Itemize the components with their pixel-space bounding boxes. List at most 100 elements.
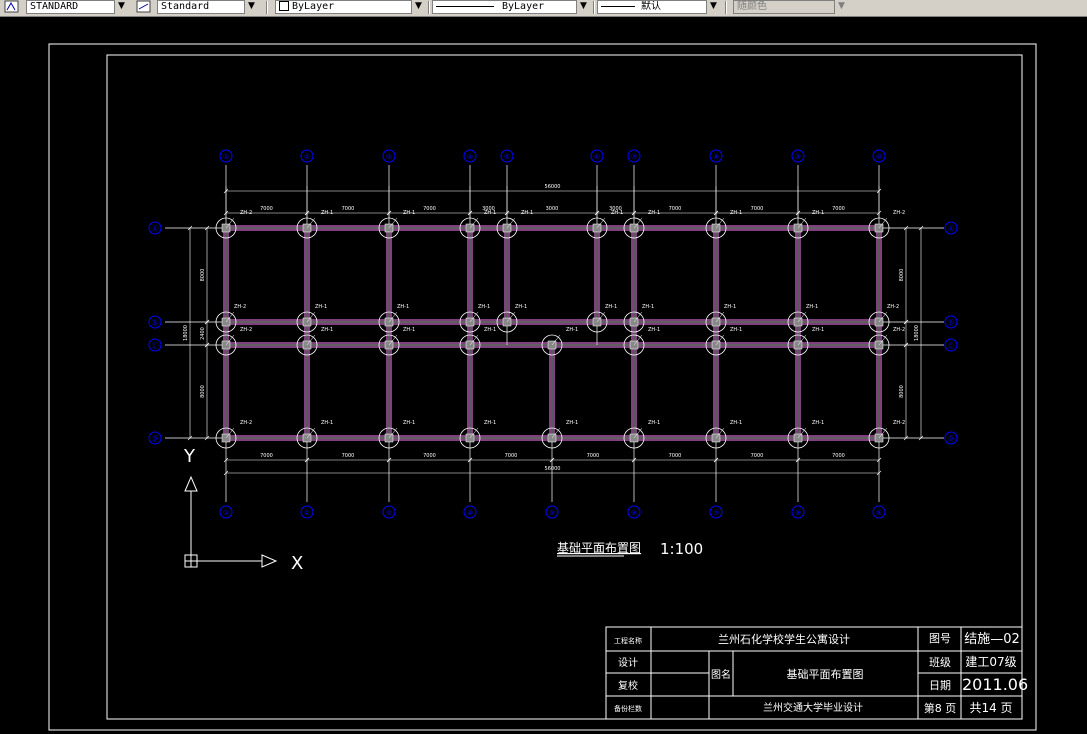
- axis-bubble-label: ⑦: [713, 509, 719, 517]
- tb-total-label: 共14 页: [969, 701, 1012, 715]
- axis-bubble-label: ⑧: [795, 509, 801, 517]
- column-label: ZH-1: [812, 327, 824, 333]
- column-label: ZH-2: [893, 327, 905, 333]
- dim-bottom-span-text: 7000: [587, 453, 600, 459]
- column-label: ZH-1: [321, 420, 333, 426]
- axis-bubble-label: ⑧: [713, 153, 719, 161]
- column-label: ZH-1: [806, 304, 818, 310]
- axis-bubble-label: ⑤: [504, 153, 510, 161]
- dim-top-span-text: 3000: [482, 206, 495, 212]
- dim-top-span-text: 3000: [546, 206, 559, 212]
- dim-left-span-text: 2400: [200, 327, 206, 340]
- axis-bubble-label: ⑨: [795, 153, 801, 161]
- column-label: ZH-2: [240, 420, 252, 426]
- dim-bottom-span-text: 7000: [832, 453, 845, 459]
- axis-bubble-label: ②: [304, 153, 310, 161]
- axis-bubble-label: Ⓒ: [948, 342, 955, 350]
- axis-bubble-label: Ⓓ: [948, 435, 955, 443]
- axis-bubble-label: Ⓒ: [152, 342, 159, 350]
- tb-no-label: 图号: [929, 632, 951, 645]
- dim-top-span-text: 7000: [423, 206, 436, 212]
- column-label: ZH-1: [730, 327, 742, 333]
- axis-bubble-label: ⑩: [876, 153, 882, 161]
- column-label: ZH-1: [478, 304, 490, 310]
- axis-bubble-label: ③: [386, 153, 392, 161]
- axis-bubble-label: ③: [386, 509, 392, 517]
- dim-right-span-text: 8000: [899, 269, 905, 282]
- column-label: ZH-2: [234, 304, 246, 310]
- tb-remark-label: 备份栏数: [614, 704, 642, 713]
- tb-drawing-name-label: 图名: [711, 668, 731, 681]
- tb-university: 兰州交通大学毕业设计: [763, 701, 863, 714]
- axis-bubble-label: Ⓑ: [152, 319, 159, 327]
- dim-bottom-total-text: 56000: [545, 466, 561, 472]
- dim-bottom-span-text: 7000: [260, 453, 273, 459]
- axis-bubble-label: ②: [304, 509, 310, 517]
- axis-bubble-label: ⑨: [876, 509, 882, 517]
- tb-design-label: 设计: [618, 656, 638, 669]
- axis-bubble-label: Ⓐ: [948, 225, 955, 233]
- axis-bubble-label: Ⓑ: [948, 319, 955, 327]
- tb-no-value: 结施—02: [964, 632, 1020, 647]
- drawing-title-text: 基础平面布置图: [557, 541, 641, 555]
- drawing-canvas[interactable]: ZH-2 ZH-1 ZH-1 ZH-1 ZH-1 ZH-1 ZH-1 ZH-1 ZH-1 ZH-2…: [0, 0, 1087, 734]
- ucs-icon: Y X: [183, 446, 303, 574]
- column-label: ZH-1: [321, 327, 333, 333]
- column-label: ZH-1: [484, 327, 496, 333]
- column-label: ZH-1: [724, 304, 736, 310]
- dim-left-total-text: 18000: [183, 325, 189, 341]
- column-label: ZH-2: [887, 304, 899, 310]
- column-label: ZH-1: [403, 327, 415, 333]
- dim-bottom-span-text: 7000: [423, 453, 436, 459]
- foundation-plan: ZH-2 ZH-1 ZH-1 ZH-1 ZH-1 ZH-1 ZH-1 ZH-1 ZH-1 ZH-2…: [148, 149, 958, 519]
- dim-top-span-text: 3000: [609, 206, 622, 212]
- axis-bubble-label: ⑤: [549, 509, 555, 517]
- column-label: ZH-1: [403, 420, 415, 426]
- column-label: ZH-1: [484, 420, 496, 426]
- dim-top-span-text: 7000: [342, 206, 355, 212]
- tb-project-label: 工程名称: [614, 636, 642, 645]
- tb-class-label: 班级: [929, 656, 951, 669]
- tb-class-value: 建工07级: [965, 655, 1016, 669]
- column-label: ZH-1: [812, 420, 824, 426]
- dim-bottom-span-text: 7000: [342, 453, 355, 459]
- tb-review-label: 复校: [618, 679, 638, 692]
- tb-drawing-name-value: 基础平面布置图: [787, 668, 864, 681]
- axis-bubble-label: Ⓓ: [152, 435, 159, 443]
- axis-bubble-label: ①: [223, 509, 229, 517]
- axis-bubble-label: ①: [223, 153, 229, 161]
- drawing-title: 基础平面布置图 1:100: [557, 540, 703, 558]
- dim-top-span-text: 7000: [832, 206, 845, 212]
- tb-page-label: 第8 页: [924, 701, 957, 715]
- column-label: ZH-2: [893, 420, 905, 426]
- column-label: ZH-1: [648, 420, 660, 426]
- drawing-scale: 1:100: [660, 540, 703, 558]
- column-label: ZH-1: [397, 304, 409, 310]
- tb-date-label: 日期: [929, 679, 951, 692]
- dim-top-span-text: 7000: [260, 206, 273, 212]
- column-label: ZH-1: [315, 304, 327, 310]
- axis-bubble-label: Ⓐ: [152, 225, 159, 233]
- axis-bubble-label: ⑥: [594, 153, 600, 161]
- column-label: ZH-1: [730, 420, 742, 426]
- column-label: ZH-2: [893, 210, 905, 216]
- dim-top-span-text: 7000: [669, 206, 682, 212]
- ucs-y-label: Y: [183, 446, 196, 467]
- dim-left-span-text: 8000: [200, 269, 206, 282]
- axis-bubble-label: ④: [467, 153, 473, 161]
- axis-bubble-label: ⑦: [631, 153, 637, 161]
- axis-bubble-label: ④: [467, 509, 473, 517]
- column-label: ZH-1: [605, 304, 617, 310]
- column-label: ZH-2: [240, 327, 252, 333]
- dim-right-total-text: 18000: [914, 325, 920, 341]
- dim-top-total-text: 56000: [545, 184, 561, 190]
- column-label: ZH-1: [566, 327, 578, 333]
- column-label: ZH-1: [648, 327, 660, 333]
- ucs-x-label: X: [291, 553, 303, 574]
- dim-bottom-span-text: 7000: [505, 453, 518, 459]
- dim-left-span-text: 8000: [200, 385, 206, 398]
- title-block: 工程名称 兰州石化学校学生公寓设计 设计 复校 图名 基础平面布置图 备份栏数 …: [605, 626, 1028, 720]
- dim-bottom-span-text: 7000: [669, 453, 682, 459]
- column-label: ZH-1: [566, 420, 578, 426]
- axis-bubble-label: ⑥: [631, 509, 637, 517]
